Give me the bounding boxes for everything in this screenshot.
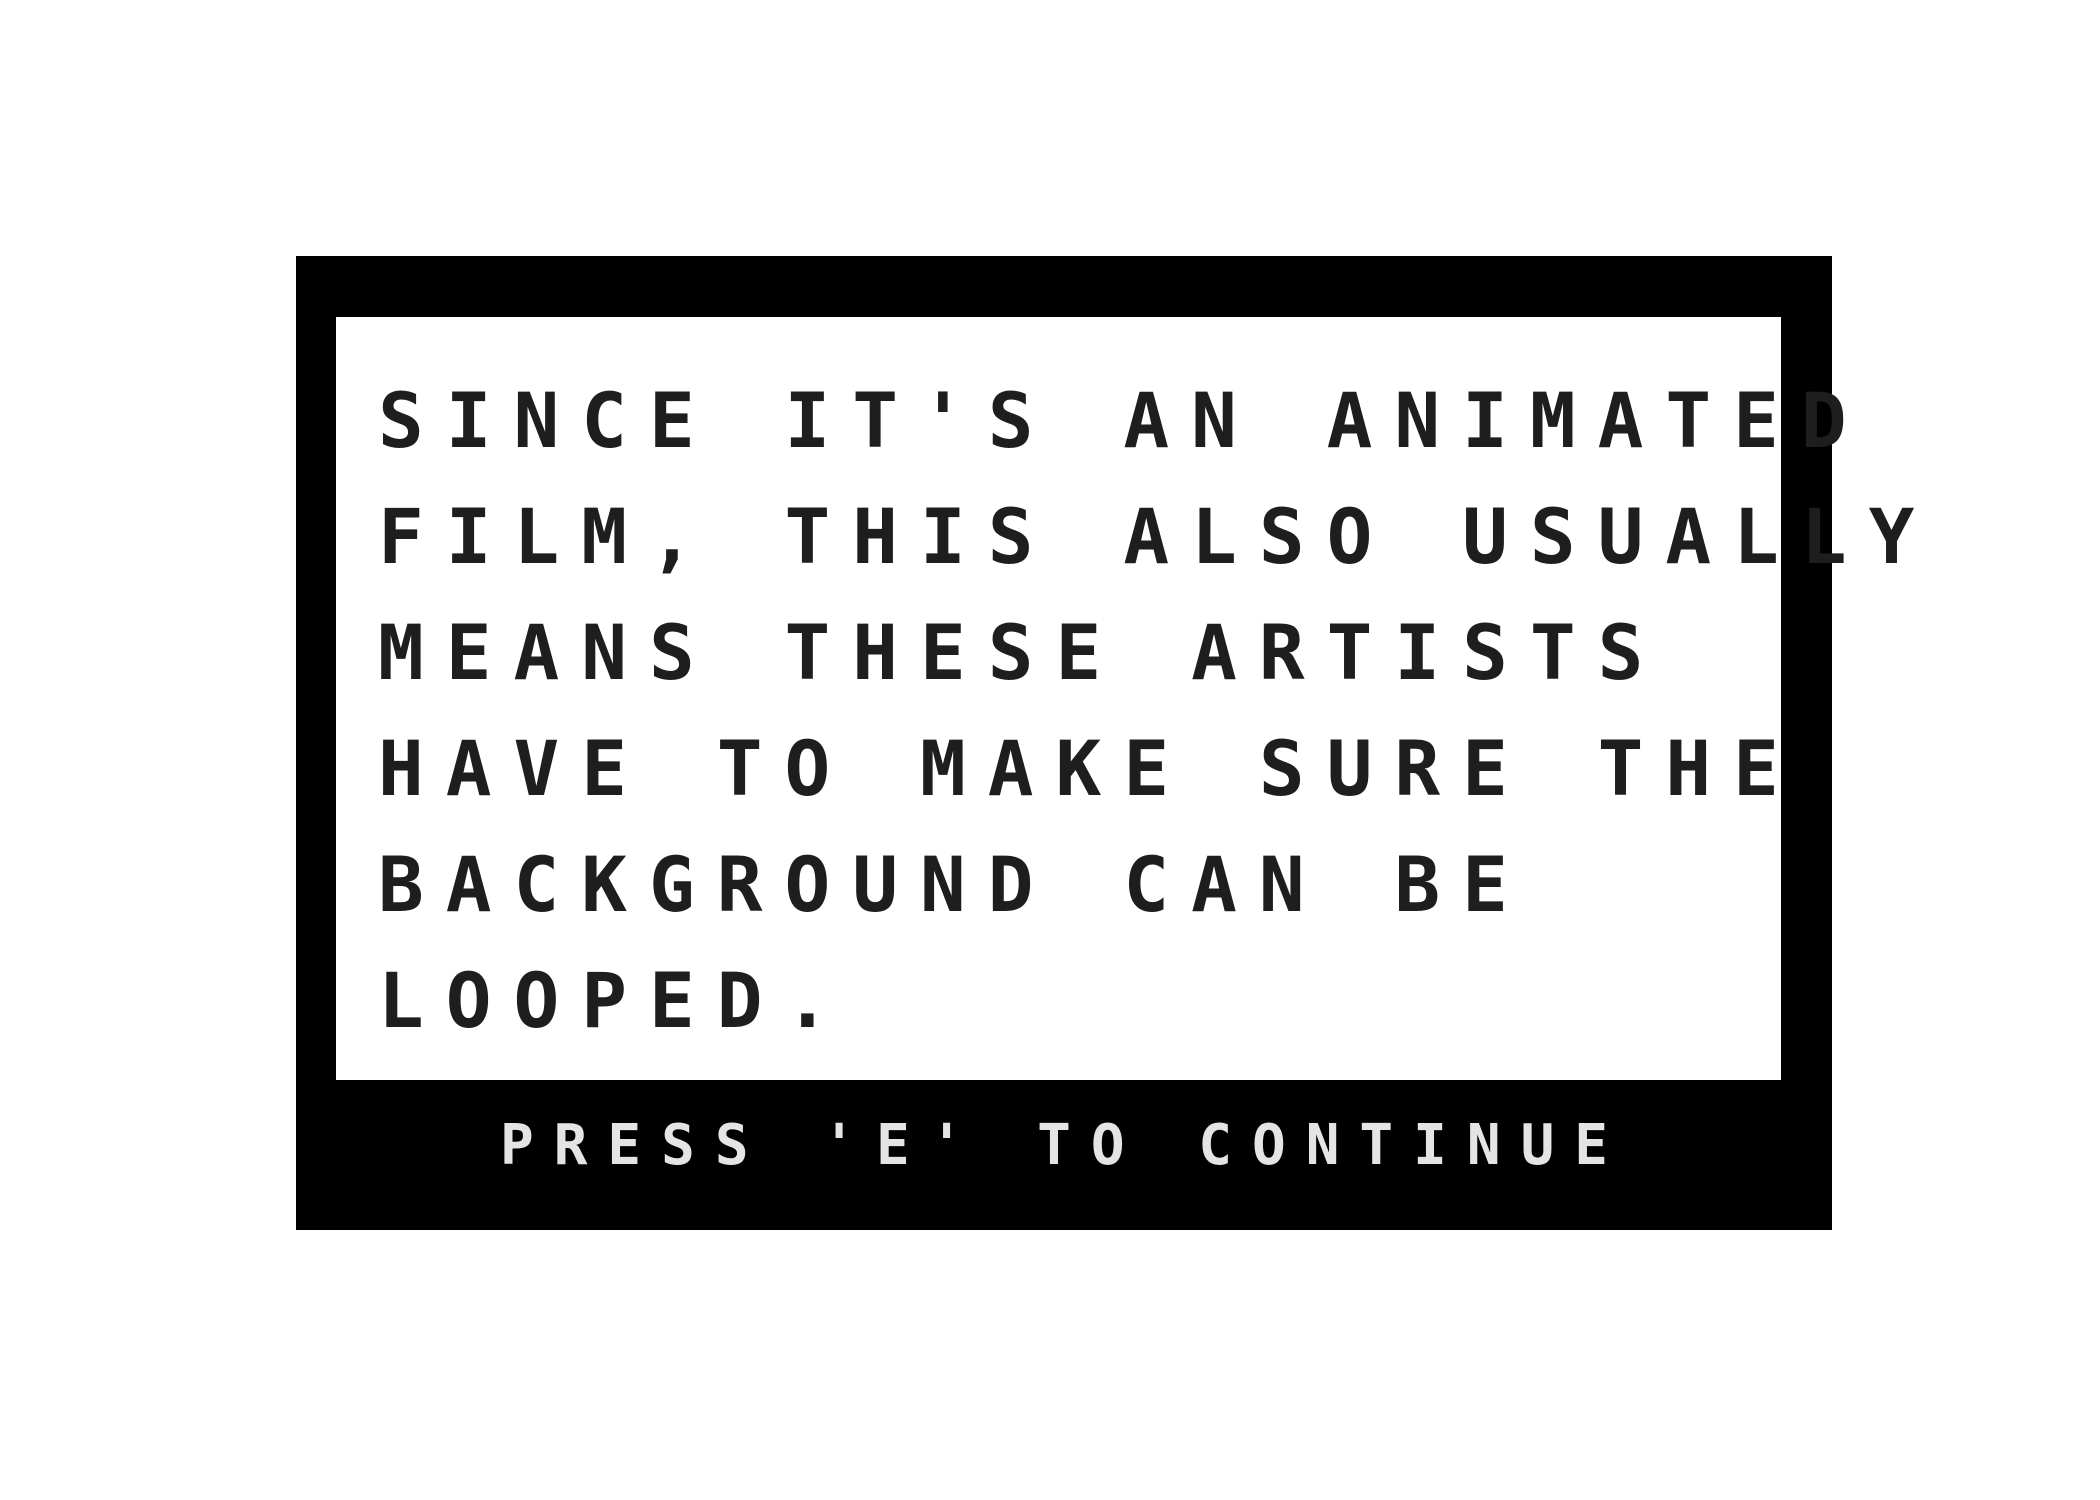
dialog-frame: SINCE IT'S AN ANIMATED FILM, THIS ALSO U… <box>296 256 1937 1230</box>
continue-prompt[interactable]: PRESS 'E' TO CONTINUE <box>296 1085 1832 1205</box>
dialog-line: FILM, THIS ALSO USUALLY <box>378 492 1937 581</box>
dialog-box: SINCE IT'S AN ANIMATED FILM, THIS ALSO U… <box>336 317 1937 1080</box>
dialog-line: SINCE IT'S AN ANIMATED <box>378 376 1869 465</box>
dialog-line: MEANS THESE ARTISTS <box>378 608 1666 697</box>
dialog-line: HAVE TO MAKE SURE THE <box>378 724 1801 813</box>
dialog-text: SINCE IT'S AN ANIMATED FILM, THIS ALSO U… <box>378 363 1937 1059</box>
dialog-line: BACKGROUND CAN BE <box>378 840 1530 929</box>
dialog-line: LOOPED. <box>378 956 853 1045</box>
